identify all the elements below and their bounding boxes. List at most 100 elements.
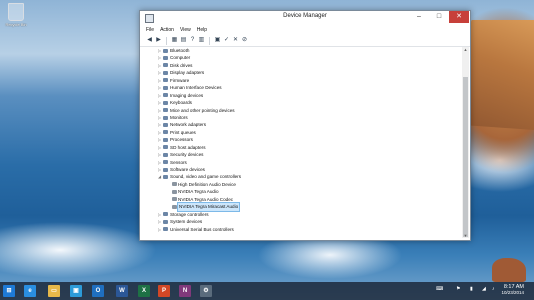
device-category[interactable]: ▷ Firmware xyxy=(140,77,461,84)
start-icon[interactable]: ⊞ xyxy=(3,285,15,297)
onenote-icon[interactable]: N xyxy=(179,285,191,297)
clock[interactable]: 8:17 AM 10/23/2014 xyxy=(501,284,524,296)
properties-icon[interactable]: ▦ xyxy=(171,37,178,44)
scroll-thumb[interactable] xyxy=(463,77,468,237)
outlook-icon[interactable]: O xyxy=(92,285,104,297)
expand-arrow-icon[interactable]: ▷ xyxy=(157,129,162,136)
help-icon[interactable]: ? xyxy=(189,37,196,44)
device-category[interactable]: ▷ Disk drives xyxy=(140,62,461,69)
ie-icon[interactable]: e xyxy=(24,285,36,297)
menu-help[interactable]: Help xyxy=(197,27,207,33)
excel-icon[interactable]: X xyxy=(138,285,150,297)
expand-arrow-icon[interactable]: ▷ xyxy=(157,47,162,54)
expand-arrow-icon[interactable]: ▷ xyxy=(157,62,162,69)
network-icon xyxy=(163,122,168,127)
device-item[interactable]: NVIDIA Tegra Audio Codec xyxy=(140,196,461,203)
recycle-bin[interactable]: Recycle Bin xyxy=(4,3,28,27)
device-label: Display adapters xyxy=(170,70,205,76)
expand-arrow-icon[interactable]: ▷ xyxy=(157,84,162,91)
volume-icon[interactable]: ♪ xyxy=(492,286,495,292)
recycle-bin-label: Recycle Bin xyxy=(5,22,27,27)
back-icon[interactable]: ◀ xyxy=(146,37,153,44)
scroll-down-arrow[interactable]: ▼ xyxy=(462,233,469,238)
device-label: Universal Serial Bus controllers xyxy=(170,226,234,232)
device-category[interactable]: ▷ Display adapters xyxy=(140,69,461,76)
device-category[interactable]: ▷ Network adapters xyxy=(140,121,461,128)
device-category[interactable]: ▷ Imaging devices xyxy=(140,92,461,99)
menu-view[interactable]: View xyxy=(180,27,191,33)
expand-arrow-icon[interactable]: ▷ xyxy=(157,166,162,173)
device-manager-window: Device Manager – □ ✕ File Action View He… xyxy=(139,10,471,241)
device-category[interactable]: ▷ Storage controllers xyxy=(140,211,461,218)
expand-arrow-icon[interactable]: ▷ xyxy=(157,226,162,233)
device-label: Security devices xyxy=(170,152,204,158)
menu-action[interactable]: Action xyxy=(160,27,174,33)
vertical-scrollbar[interactable]: ▲ ▼ xyxy=(462,47,469,238)
device-category[interactable]: ▷ Computer xyxy=(140,54,461,61)
device-category[interactable]: ▷ Universal Serial Bus controllers xyxy=(140,226,461,233)
device-item[interactable]: High Definition Audio Device xyxy=(140,181,461,188)
expand-arrow-icon[interactable]: ▷ xyxy=(157,211,162,218)
menu-file[interactable]: File xyxy=(146,27,154,33)
device-item[interactable]: NVIDIA Tegra Miracast Audio xyxy=(140,202,461,212)
device-label: System devices xyxy=(170,219,203,225)
software-icon xyxy=(163,167,168,172)
title-bar[interactable]: Device Manager – □ ✕ xyxy=(140,11,470,25)
expand-arrow-icon[interactable]: ▷ xyxy=(157,144,162,151)
device-category[interactable]: ▷ Human Interface Devices xyxy=(140,84,461,91)
store-icon[interactable]: ▣ xyxy=(70,285,82,297)
explorer-icon[interactable]: ▭ xyxy=(48,285,60,297)
expand-arrow-icon[interactable]: ▷ xyxy=(157,69,162,76)
update-driver-icon[interactable]: ▣ xyxy=(214,37,221,44)
device-category[interactable]: ▷ Processors xyxy=(140,136,461,143)
device-category[interactable]: ▷ Monitors xyxy=(140,114,461,121)
expand-arrow-icon[interactable]: ▷ xyxy=(157,92,162,99)
device-label: Firmware xyxy=(170,77,190,83)
expand-arrow-icon[interactable]: ▷ xyxy=(157,54,162,61)
device-category[interactable]: ▷ Print queues xyxy=(140,129,461,136)
word-icon[interactable]: W xyxy=(116,285,128,297)
maximize-button[interactable]: □ xyxy=(430,11,448,23)
forward-icon[interactable]: ▶ xyxy=(155,37,162,44)
device-category[interactable]: ▷ Sensors xyxy=(140,159,461,166)
device-icon[interactable]: ▥ xyxy=(198,37,205,44)
speaker-icon xyxy=(172,182,177,187)
expand-arrow-icon[interactable]: ▷ xyxy=(157,77,162,84)
device-category[interactable]: ▷ Security devices xyxy=(140,151,461,158)
expand-arrow-icon[interactable]: ▷ xyxy=(157,107,162,114)
device-category[interactable]: ▷ Software devices xyxy=(140,166,461,173)
expand-arrow-icon[interactable]: ▷ xyxy=(157,151,162,158)
expand-arrow-icon[interactable]: ▷ xyxy=(157,159,162,166)
battery-icon[interactable]: ▮ xyxy=(470,286,473,292)
keyboard-icon[interactable]: ⌨ xyxy=(436,286,443,292)
system-icon xyxy=(163,219,168,224)
device-category[interactable]: ▷ SD host adapters xyxy=(140,144,461,151)
device-label: Sensors xyxy=(170,159,187,165)
expand-arrow-icon[interactable]: ▷ xyxy=(157,136,162,143)
device-label: Human Interface Devices xyxy=(170,85,222,91)
collapse-arrow-icon[interactable]: ◢ xyxy=(157,173,162,180)
expand-arrow-icon[interactable]: ▷ xyxy=(157,114,162,121)
uninstall-icon[interactable]: ✕ xyxy=(232,37,239,44)
device-category[interactable]: ◢ Sound, video and game controllers xyxy=(140,173,461,180)
scan-icon[interactable]: ✓ xyxy=(223,37,230,44)
device-category[interactable]: ▷ Bluetooth xyxy=(140,47,461,54)
device-category[interactable]: ▷ System devices xyxy=(140,218,461,225)
device-category[interactable]: ▷ Keyboards xyxy=(140,99,461,106)
expand-arrow-icon[interactable]: ▷ xyxy=(157,121,162,128)
expand-arrow-icon[interactable]: ▷ xyxy=(157,99,162,106)
device-category[interactable]: ▷ Mice and other pointing devices xyxy=(140,107,461,114)
network-status-icon[interactable]: ◢ xyxy=(482,286,486,292)
powerpoint-icon[interactable]: P xyxy=(158,285,170,297)
expand-arrow-icon[interactable]: ▷ xyxy=(157,218,162,225)
close-button[interactable]: ✕ xyxy=(449,11,469,23)
device-manager-icon[interactable]: ⚙ xyxy=(200,285,212,297)
recycle-bin-icon xyxy=(8,3,24,21)
scroll-up-arrow[interactable]: ▲ xyxy=(462,47,469,52)
show-hide-icon[interactable]: ▤ xyxy=(180,37,187,44)
minimize-button[interactable]: – xyxy=(410,11,428,23)
action-center-icon[interactable]: ⚑ xyxy=(456,286,460,292)
device-item[interactable]: NVIDIA Tegra Audio xyxy=(140,188,461,195)
disable-icon[interactable]: ⊘ xyxy=(241,37,248,44)
menu-bar: File Action View Help xyxy=(140,25,470,35)
